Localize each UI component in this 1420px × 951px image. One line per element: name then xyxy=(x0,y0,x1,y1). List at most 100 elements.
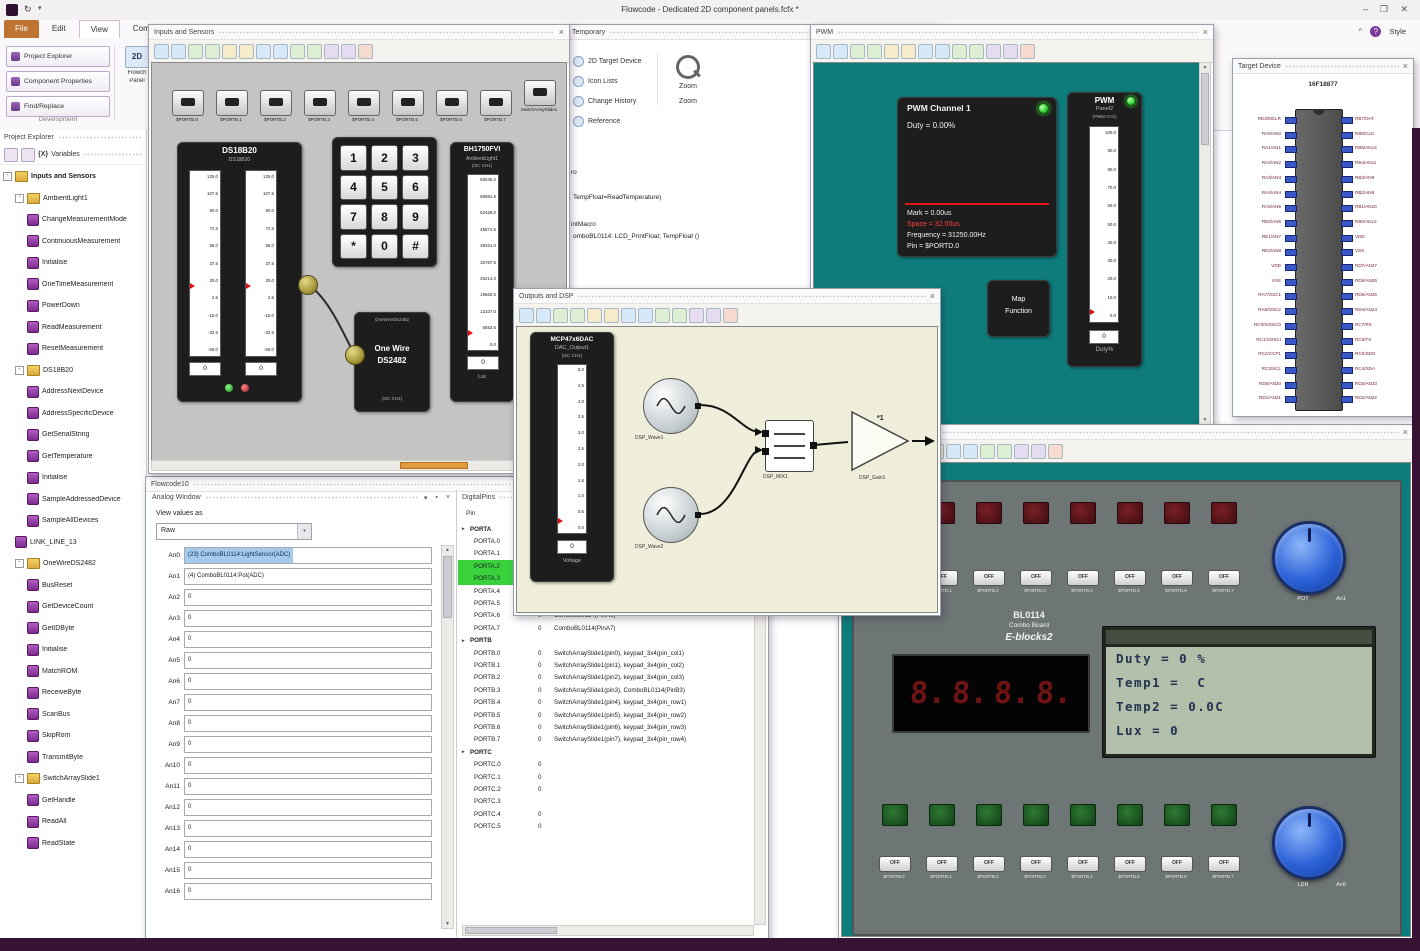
components-grid-icon[interactable] xyxy=(21,147,35,162)
tree-item[interactable]: - OneWireDS2482 xyxy=(0,553,146,575)
keypad-key-#[interactable]: # xyxy=(402,233,429,259)
tree-item[interactable]: PowerDown xyxy=(0,295,146,317)
pin-row[interactable]: PORTB.6 0 SwitchArraySlide1(pin6), keypad_… xyxy=(458,721,754,733)
keypad-key-0[interactable]: 0 xyxy=(371,233,398,259)
analog-value-field[interactable]: 0 xyxy=(184,715,432,732)
zoom-in-icon[interactable] xyxy=(655,307,670,323)
tree-item[interactable]: BusReset xyxy=(0,575,146,597)
dip-switch[interactable] xyxy=(348,90,380,116)
close-icon[interactable]: × xyxy=(1403,61,1408,71)
pin-row[interactable]: PORTB.3 0 SwitchArraySlide1(pin3), ComboBL… xyxy=(458,684,754,696)
tree-item[interactable]: TransmitByte xyxy=(0,747,146,769)
switch-button[interactable]: OFF xyxy=(973,570,1005,586)
ds18b20-component[interactable]: DS18B20 DS18B20 125.0 107.5 90.0 72.5 55.0 37… xyxy=(177,142,302,402)
dip-switch[interactable] xyxy=(172,90,204,116)
outputs-window-titlebar[interactable]: Outputs and DSP × xyxy=(514,289,940,304)
collapse-icon[interactable]: ▾ xyxy=(422,494,430,502)
pan-icon[interactable] xyxy=(536,307,551,323)
keypad-component[interactable]: 1 2 3 4 5 6 7 8 9 * 0 # xyxy=(332,137,437,267)
inputs-window-titlebar[interactable]: Inputs and Sensors × xyxy=(149,25,569,40)
scrollbar-thumb[interactable] xyxy=(400,462,468,469)
zoom-fit-icon[interactable] xyxy=(324,43,339,59)
style-button[interactable]: Style xyxy=(1389,27,1406,36)
camera-icon[interactable] xyxy=(1048,443,1063,459)
tree-item[interactable]: SkipRom xyxy=(0,725,146,747)
map-function-block[interactable]: Map Function xyxy=(987,280,1050,337)
analog-value-field[interactable]: (4) ComboBL0114:Pot(ADC) xyxy=(184,568,432,585)
ribbon-button-find-replace[interactable]: Find/Replace xyxy=(6,96,110,117)
scroll-up-icon[interactable]: ▲ xyxy=(1200,63,1210,71)
tree-item[interactable]: Initialise xyxy=(0,252,146,274)
tree-item[interactable]: - DS18B20 xyxy=(0,360,146,382)
pin-row[interactable]: PORTC.0 0 xyxy=(458,758,754,770)
tree-item[interactable]: GetDeviceCount xyxy=(0,596,146,618)
onewire-node[interactable] xyxy=(345,345,365,365)
tree-item[interactable]: - Inputs and Sensors xyxy=(0,166,146,188)
switch-button[interactable]: OFF xyxy=(1161,856,1193,872)
tree-item[interactable]: ReceiveByte xyxy=(0,682,146,704)
scrollbar-thumb[interactable] xyxy=(443,556,452,618)
copy-icon[interactable] xyxy=(188,43,203,59)
close-icon[interactable]: × xyxy=(1203,27,1208,37)
dsp-wave2-component[interactable] xyxy=(643,487,701,543)
pwm-channel-block[interactable]: PWM Channel 1 Duty = 0.00% Mark = 0.00us… xyxy=(897,97,1057,257)
variables-label[interactable]: Variables xyxy=(51,151,80,158)
inputs-hscrollbar[interactable] xyxy=(151,460,567,471)
keypad-key-3[interactable]: 3 xyxy=(402,145,429,171)
pot-knob[interactable] xyxy=(1272,521,1346,595)
pin-row[interactable]: PORTC.2 0 xyxy=(458,783,754,795)
analog-window-header[interactable]: Analog Window ▾ ▪ × xyxy=(148,490,456,505)
rotate-right-icon[interactable] xyxy=(963,443,978,459)
pin-row[interactable]: PORTB.5 0 SwitchArraySlide1(pin5), keypad_… xyxy=(458,709,754,721)
zoom-out-icon[interactable] xyxy=(307,43,322,59)
scroll-down-icon[interactable]: ▼ xyxy=(442,920,453,928)
switch-button[interactable]: OFF xyxy=(879,856,911,872)
analog-value-field[interactable]: 0 xyxy=(184,652,432,669)
port-group-row[interactable]: ▸ PORTB xyxy=(458,635,754,647)
pin-row[interactable]: PORTB.4 0 SwitchArraySlide1(pin4), keypad_… xyxy=(458,696,754,708)
expander-icon[interactable]: - xyxy=(3,172,12,182)
analog-value-field[interactable]: 0 xyxy=(184,862,432,879)
help-icon[interactable]: ? xyxy=(1370,26,1382,37)
keypad-key-4[interactable]: 4 xyxy=(340,174,367,200)
pin-row[interactable]: PORTA.7 0 ComboBL0114(PinA7) xyxy=(458,622,754,634)
expander-icon[interactable]: - xyxy=(15,193,24,203)
tree-item[interactable]: Initialise xyxy=(0,639,146,661)
scrollbar-thumb[interactable] xyxy=(1201,73,1209,145)
tree-item[interactable]: Initialise xyxy=(0,467,146,489)
ribbon-button-project-explorer[interactable]: Project Explorer xyxy=(6,46,110,67)
ribbon-collapse-icon[interactable]: ^ xyxy=(1359,27,1363,36)
redo-icon[interactable] xyxy=(239,43,254,59)
cursor-icon[interactable] xyxy=(519,307,534,323)
tree-item[interactable]: ContinuousMeasurement xyxy=(0,231,146,253)
analog-value-field[interactable]: 0 xyxy=(184,799,432,816)
zoom-fit-icon[interactable] xyxy=(986,43,1001,59)
tree-item[interactable]: GetHandle xyxy=(0,790,146,812)
tree-item[interactable]: ReadMeasurement xyxy=(0,317,146,339)
keypad-key-8[interactable]: 8 xyxy=(371,204,398,230)
pin-row[interactable]: PORTB.1 0 SwitchArraySlide1(pin1), keypad_… xyxy=(458,659,754,671)
onewire-ds2482-component[interactable]: OneWireDS2482 One Wire DS2482 (I2C CH1) xyxy=(354,312,430,412)
switch-button[interactable]: OFF xyxy=(973,856,1005,872)
minimize-button[interactable]: – xyxy=(1363,4,1368,14)
tree-item[interactable]: - AmbientLight1 xyxy=(0,188,146,210)
tree-item[interactable]: GetSerialString xyxy=(0,424,146,446)
expander-icon[interactable]: - xyxy=(15,365,24,375)
tree-item[interactable]: AddressNextDevice xyxy=(0,381,146,403)
pan-icon[interactable] xyxy=(171,43,186,59)
pin-row[interactable]: PORTC.5 0 xyxy=(458,820,754,832)
analog-value-field[interactable]: 0 xyxy=(184,673,432,690)
dip-switch[interactable] xyxy=(524,80,556,106)
rotate-right-icon[interactable] xyxy=(273,43,288,59)
pin-row[interactable]: PORTC.1 0 xyxy=(458,771,754,783)
expander-icon[interactable]: - xyxy=(15,774,24,784)
dip-switch[interactable] xyxy=(260,90,292,116)
keypad-key-7[interactable]: 7 xyxy=(340,204,367,230)
tree-item[interactable]: ReadAll xyxy=(0,811,146,833)
pin-row[interactable]: PORTB.2 0 SwitchArraySlide1(pin2), keypad_… xyxy=(458,672,754,684)
switch-button[interactable]: OFF xyxy=(1020,856,1052,872)
maximize-button[interactable]: ❐ xyxy=(1380,4,1388,15)
tree-item[interactable]: GetTemperature xyxy=(0,446,146,468)
ribbon-button-component-properties[interactable]: Component Properties xyxy=(6,71,110,92)
view-toggle[interactable]: Reference xyxy=(569,111,653,131)
